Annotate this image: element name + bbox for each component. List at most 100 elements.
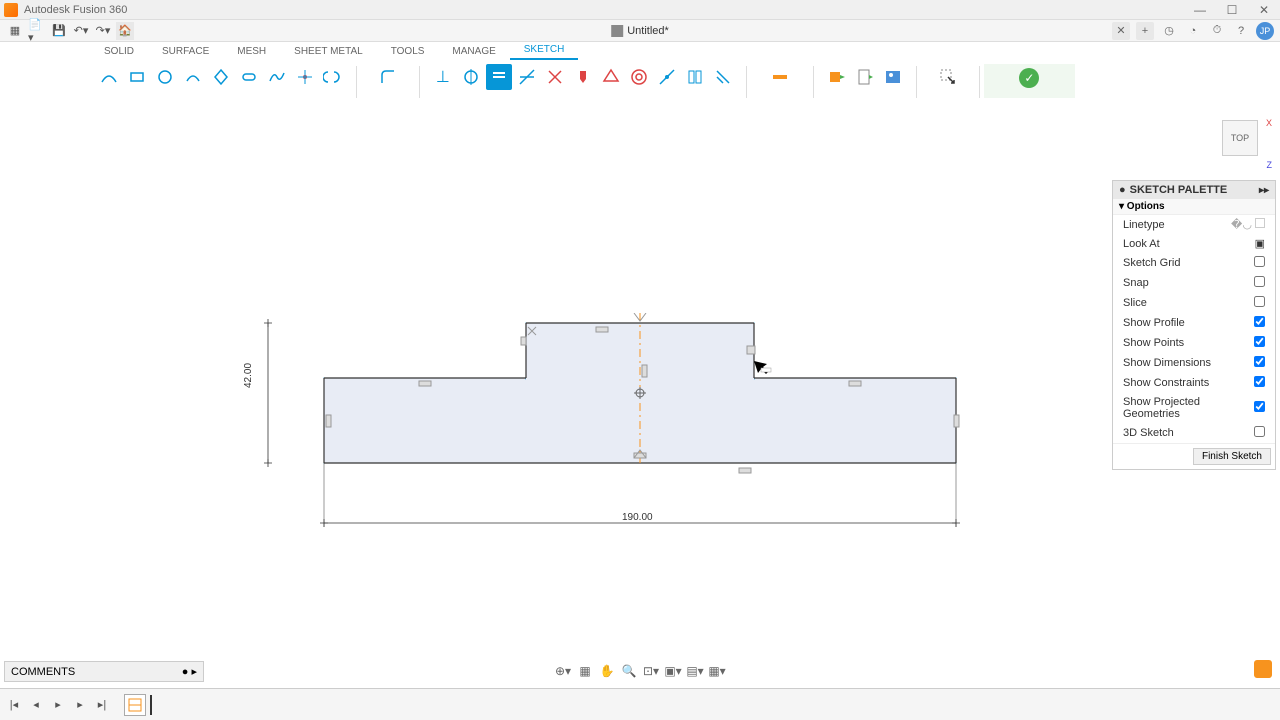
- vertical-constraint[interactable]: [458, 64, 484, 90]
- orbit-button[interactable]: ⊕▾: [554, 662, 572, 680]
- look-at-button[interactable]: ▦: [576, 662, 594, 680]
- collinear-constraint[interactable]: [710, 64, 736, 90]
- maximize-button[interactable]: ☐: [1220, 3, 1244, 17]
- zoom-button[interactable]: 🔍: [620, 662, 638, 680]
- palette-row-show-projected-geometries[interactable]: Show Projected Geometries: [1113, 393, 1275, 423]
- palette-checkbox[interactable]: [1254, 336, 1265, 347]
- comments-bar[interactable]: COMMENTS ● ▸: [4, 661, 204, 682]
- select-tool[interactable]: [935, 64, 961, 90]
- palette-row-show-dimensions[interactable]: Show Dimensions: [1113, 353, 1275, 373]
- canvas[interactable]: TOP X Z: [0, 98, 1280, 682]
- palette-row-show-profile[interactable]: Show Profile: [1113, 313, 1275, 333]
- slot-tool[interactable]: [236, 64, 262, 90]
- tab-sketch[interactable]: SKETCH: [510, 41, 579, 60]
- viewcube-face[interactable]: TOP: [1222, 120, 1258, 156]
- palette-checkbox[interactable]: [1254, 401, 1265, 412]
- perpendicular-constraint[interactable]: [598, 64, 624, 90]
- palette-checkbox[interactable]: [1254, 276, 1265, 287]
- palette-row-snap[interactable]: Snap: [1113, 273, 1275, 293]
- palette-row-look-at[interactable]: Look At▣: [1113, 234, 1275, 253]
- spline-tool[interactable]: [264, 64, 290, 90]
- circle-tool[interactable]: [152, 64, 178, 90]
- look-at-icon[interactable]: ▣: [1255, 237, 1265, 250]
- text-tool[interactable]: [320, 64, 346, 90]
- coincident-constraint[interactable]: [486, 64, 512, 90]
- tab-solid[interactable]: SOLID: [90, 43, 148, 60]
- close-button[interactable]: ✕: [1252, 3, 1276, 17]
- point-tool[interactable]: [292, 64, 318, 90]
- palette-row-sketch-grid[interactable]: Sketch Grid: [1113, 253, 1275, 273]
- timeline-prev-button[interactable]: ◂: [28, 697, 44, 713]
- timeline-next-button[interactable]: ▸: [72, 697, 88, 713]
- tab-manage[interactable]: MANAGE: [438, 43, 509, 60]
- new-tab-button[interactable]: +: [1136, 22, 1154, 40]
- palette-pin-icon[interactable]: ▸▸: [1259, 185, 1269, 196]
- concentric-constraint[interactable]: [682, 64, 708, 90]
- width-dimension[interactable]: 190.00: [622, 512, 653, 523]
- timeline-sketch-node[interactable]: [124, 694, 146, 716]
- sketch-geometry[interactable]: [264, 313, 984, 653]
- save-button[interactable]: 💾: [50, 22, 68, 40]
- timeline-play-button[interactable]: ▸: [50, 697, 66, 713]
- palette-checkbox[interactable]: [1254, 296, 1265, 307]
- insert-dxf-tool[interactable]: [852, 64, 878, 90]
- help-button[interactable]: ?: [1232, 22, 1250, 40]
- grid-button[interactable]: ▦▾: [708, 662, 726, 680]
- file-menu-button[interactable]: 📄▾: [28, 22, 46, 40]
- tangent-constraint[interactable]: [514, 64, 540, 90]
- midpoint-constraint[interactable]: [654, 64, 680, 90]
- close-tab-button[interactable]: ✕: [1112, 22, 1130, 40]
- titlebar: Autodesk Fusion 360 — ☐ ✕: [0, 0, 1280, 20]
- minimize-button[interactable]: —: [1188, 3, 1212, 17]
- palette-row-3d-sketch[interactable]: 3D Sketch: [1113, 423, 1275, 443]
- insert-image-tool[interactable]: [880, 64, 906, 90]
- timeline-end-button[interactable]: ▸|: [94, 697, 110, 713]
- palette-checkbox[interactable]: [1254, 376, 1265, 387]
- line-tool[interactable]: [96, 64, 122, 90]
- palette-header[interactable]: ● SKETCH PALETTE ▸▸: [1113, 181, 1275, 199]
- display-button[interactable]: ▤▾: [686, 662, 704, 680]
- timeline-marker[interactable]: [150, 695, 152, 715]
- zoom-window-button[interactable]: ⊡▾: [642, 662, 660, 680]
- palette-checkbox[interactable]: [1254, 426, 1265, 437]
- finish-sketch-button[interactable]: Finish Sketch: [1193, 448, 1271, 465]
- comments-collapse-icon[interactable]: ● ▸: [182, 665, 197, 678]
- palette-row-slice[interactable]: Slice: [1113, 293, 1275, 313]
- tab-sheetmetal[interactable]: SHEET METAL: [280, 43, 377, 60]
- undo-button[interactable]: ↶▾: [72, 22, 90, 40]
- notifications-button[interactable]: ◔: [1184, 22, 1202, 40]
- viewcube[interactable]: TOP X Z: [1216, 114, 1264, 162]
- palette-row-show-constraints[interactable]: Show Constraints: [1113, 373, 1275, 393]
- extensions-button[interactable]: ◷: [1160, 22, 1178, 40]
- fix-constraint[interactable]: [626, 64, 652, 90]
- parallel-constraint[interactable]: [570, 64, 596, 90]
- measure-tool[interactable]: [767, 64, 793, 90]
- user-avatar[interactable]: JP: [1256, 22, 1274, 40]
- feedback-button[interactable]: [1254, 660, 1272, 678]
- insert-derive-tool[interactable]: [824, 64, 850, 90]
- palette-row-show-points[interactable]: Show Points: [1113, 333, 1275, 353]
- polygon-tool[interactable]: [208, 64, 234, 90]
- palette-checkbox[interactable]: [1254, 316, 1265, 327]
- pan-button[interactable]: ✋: [598, 662, 616, 680]
- fit-button[interactable]: ▣▾: [664, 662, 682, 680]
- horizontal-constraint[interactable]: ⊥: [430, 64, 456, 90]
- home-button[interactable]: 🏠: [116, 22, 134, 40]
- arc-tool[interactable]: [180, 64, 206, 90]
- tab-tools[interactable]: TOOLS: [377, 43, 439, 60]
- palette-checkbox[interactable]: [1254, 356, 1265, 367]
- height-dimension[interactable]: 42.00: [243, 363, 254, 388]
- equal-constraint[interactable]: [542, 64, 568, 90]
- palette-checkbox[interactable]: [1254, 256, 1265, 267]
- redo-button[interactable]: ↷▾: [94, 22, 112, 40]
- palette-options-section[interactable]: ▾ Options: [1113, 199, 1275, 215]
- fillet-tool[interactable]: [375, 64, 401, 90]
- tab-surface[interactable]: SURFACE: [148, 43, 223, 60]
- jobs-button[interactable]: ⏱: [1208, 22, 1226, 40]
- timeline-start-button[interactable]: |◂: [6, 697, 22, 713]
- linetype-icons[interactable]: �◡: [1231, 218, 1265, 231]
- tab-mesh[interactable]: MESH: [223, 43, 280, 60]
- grid-menu-icon[interactable]: ▦: [6, 22, 24, 40]
- rectangle-tool[interactable]: [124, 64, 150, 90]
- palette-row-linetype[interactable]: Linetype�◡: [1113, 215, 1275, 234]
